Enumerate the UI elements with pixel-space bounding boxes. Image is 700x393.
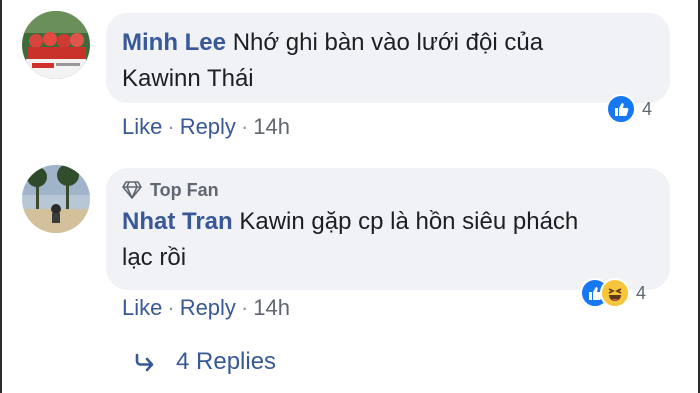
diamond-icon [122,181,142,199]
reaction-icons [580,278,630,308]
comment-text-line-2: lạc rồi [122,244,187,271]
reply-arrow-icon [135,353,154,372]
like-button[interactable]: Like [122,114,162,139]
separator-dot: · [240,114,249,139]
comment-bubble: Minh Lee Nhớ ghi bàn vào lưới đội của Ka… [106,13,670,103]
comment-text-line-1: Nhat Tran Kawin gặp cp là hồn siêu phách [122,204,670,240]
replies-label[interactable]: 4 Replies [176,348,276,376]
comment-text-line-2: Kawinn Thái [122,65,254,92]
comment-bubble: Top Fan Nhat Tran Kawin gặp cp là hồn si… [106,168,670,290]
avatar[interactable] [22,165,90,233]
comment-timestamp[interactable]: 14h [253,295,290,320]
comment-author[interactable]: Nhat Tran [122,208,233,235]
comment-actions: Like · Reply · 14h [122,114,290,140]
reaction-summary[interactable]: 4 [580,278,646,308]
reaction-summary[interactable]: 4 [606,94,652,124]
reply-button[interactable]: Reply [180,295,236,320]
reaction-count: 4 [636,282,647,303]
view-replies-link[interactable]: 4 Replies [134,348,276,376]
reply-button[interactable]: Reply [180,114,236,139]
comment-text-line-1: Minh Lee Nhớ ghi bàn vào lưới đội của [122,25,670,61]
frame-left-border [0,0,2,393]
top-fan-label: Top Fan [150,179,219,200]
comment-actions: Like · Reply · 14h [122,295,290,321]
reaction-count: 4 [642,98,653,119]
comment-author[interactable]: Minh Lee [122,29,226,56]
comment-timestamp[interactable]: 14h [253,114,290,139]
haha-icon [600,278,630,308]
separator-dot: · [240,295,249,320]
like-icon [606,94,636,124]
separator-dot: · [167,295,175,320]
avatar[interactable] [22,11,90,79]
comment-text: Kawin gặp cp là hồn siêu phách [239,208,579,235]
top-fan-badge: Top Fan [122,176,670,204]
like-button[interactable]: Like [122,295,162,320]
comment-text: Nhớ ghi bàn vào lưới đội của [232,29,544,56]
separator-dot: · [167,114,175,139]
